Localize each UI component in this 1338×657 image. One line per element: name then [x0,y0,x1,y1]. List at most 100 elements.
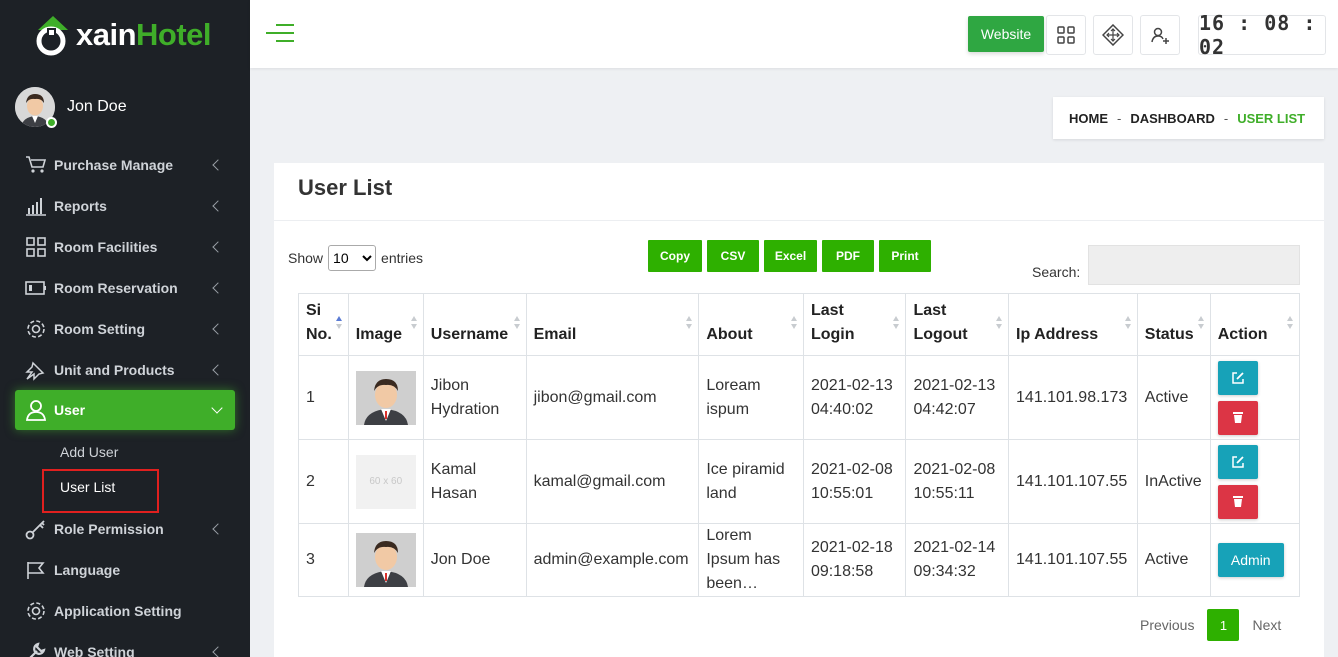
breadcrumb-separator: - [1223,110,1229,126]
fullscreen-icon[interactable] [1093,15,1133,55]
trash-icon [1232,496,1243,507]
admin-button[interactable]: Admin [1217,543,1284,577]
bar-chart-icon [25,195,47,217]
pagination-next[interactable]: Next [1252,617,1281,633]
column-header-status[interactable]: Status [1136,293,1211,356]
column-header-ip-address[interactable]: Ip Address [1008,293,1138,356]
sidebar-item-room-setting[interactable]: Room Setting [0,308,250,349]
cell-about: Ice piramid land [698,439,804,524]
delete-button[interactable] [1217,400,1258,435]
cell-last-login: 2021-02-08 10:55:01 [802,439,907,524]
cell-last-logout: 2021-02-13 04:42:07 [905,355,1010,440]
cell-si-no: 2 [298,439,349,524]
flag-icon [25,559,47,581]
sidebar: xain Hotel Jon Doe Purchase Manage Report… [0,0,250,657]
breadcrumb: HOME - DASHBOARD - USER LIST [1053,97,1324,139]
entries-label: entries [381,250,424,266]
sidebar-item-role-permission[interactable]: Role Permission [0,508,250,549]
breadcrumb-dashboard[interactable]: DASHBOARD [1130,111,1215,126]
sidebar-menu-lower: Role Permission Language Application Set… [0,508,250,657]
cell-email: jibon@gmail.com [525,355,700,440]
pagination-previous[interactable]: Previous [1140,617,1194,633]
sidebar-item-language[interactable]: Language [0,549,250,590]
cell-si-no: 3 [298,523,349,597]
apps-grid-icon[interactable] [1046,15,1086,55]
sort-icon [996,316,1003,330]
sidebar-item-label: Reports [54,197,107,214]
app-logo[interactable]: xain Hotel [0,0,250,70]
grid-icon [25,236,47,258]
cell-username: Jon Doe [422,523,527,597]
column-header-last-login[interactable]: Last Login [802,293,907,356]
sidebar-item-reports[interactable]: Reports [0,185,250,226]
edit-icon [1232,455,1244,468]
sidebar-item-unit-and-products[interactable]: Unit and Products [0,349,250,390]
breadcrumb-home[interactable]: HOME [1069,111,1108,126]
cell-about: Lorem Ipsum has been… [698,523,804,597]
sidebar-item-application-setting[interactable]: Application Setting [0,590,250,631]
battery-icon [25,277,47,299]
table-row: 1 Jibon Hydration jibon@gmail.com Loream… [298,355,1301,440]
sidebar-item-label: Unit and Products [54,361,175,378]
sort-icon [1197,316,1205,330]
chevron-left-icon [212,199,224,212]
sidebar-item-label: Room Facilities [54,238,158,255]
sidebar-item-room-facilities[interactable]: Room Facilities [0,226,250,267]
chevron-left-icon [212,281,224,294]
column-header-username[interactable]: Username [422,293,527,356]
key-icon [25,518,47,540]
menu-toggle-icon[interactable] [266,24,296,46]
sidebar-item-label: Purchase Manage [54,156,174,173]
website-button[interactable]: Website [968,16,1044,52]
pagination-page-1[interactable]: 1 [1207,609,1240,641]
search-input[interactable] [1088,245,1301,285]
add-user-icon[interactable] [1140,15,1180,55]
sidebar-user[interactable]: Jon Doe [0,70,250,144]
column-header-email[interactable]: Email [525,293,700,356]
column-header-last-logout[interactable]: Last Logout [905,293,1010,356]
sidebar-item-web-setting[interactable]: Web Setting [0,631,250,657]
chevron-left-icon [212,645,224,657]
sidebar-item-label: Web Setting [54,643,135,657]
cell-ip-address: 141.101.107.55 [1008,439,1138,524]
chevron-down-icon [211,402,223,414]
page-length-select[interactable]: 10 25 50 100 [328,245,377,271]
chevron-left-icon [212,240,224,253]
export-buttons: Copy CSV Excel PDF Print [648,240,936,272]
sidebar-item-user[interactable]: User [15,390,235,430]
sidebar-item-purchase-manage[interactable]: Purchase Manage [0,144,250,185]
sidebar-item-label: Application Setting [54,602,182,619]
cell-status: InActive [1136,439,1211,524]
delete-button[interactable] [1217,484,1258,519]
cell-action [1209,355,1301,440]
submenu-item-user-list[interactable]: User List [0,469,250,513]
cell-si-no: 1 [298,355,349,440]
topbar: Website 16 : 08 : 02 [250,0,1338,68]
edit-button[interactable] [1217,444,1258,479]
column-header-image[interactable]: Image [347,293,424,356]
submenu-item-add-user[interactable]: Add User [0,434,250,469]
logo-text-secondary: Hotel [136,17,212,52]
column-header-action[interactable]: Action [1209,293,1301,356]
breadcrumb-separator: - [1117,110,1122,126]
house-logo-icon [32,14,74,56]
trash-icon [1232,412,1243,423]
edit-button[interactable] [1217,360,1258,395]
table-row: 2 60 x 60 Kamal Hasan kamal@gmail.com Ic… [298,439,1301,524]
edit-icon [1232,371,1244,384]
print-button[interactable]: Print [879,240,931,272]
cell-last-login: 2021-02-18 09:18:58 [802,523,907,597]
sidebar-item-room-reservation[interactable]: Room Reservation [0,267,250,308]
excel-button[interactable]: Excel [764,240,817,272]
column-header-si-no[interactable]: Si No. [298,293,349,356]
csv-button[interactable]: CSV [707,240,759,272]
cell-last-logout: 2021-02-14 09:34:32 [905,523,1010,597]
sort-icon [686,316,693,330]
sort-icon [790,316,798,330]
user-avatar-image [355,370,416,425]
copy-button[interactable]: Copy [648,240,702,272]
cell-image: 60 x 60 [347,439,424,524]
column-header-about[interactable]: About [698,293,804,356]
digital-clock: 16 : 08 : 02 [1198,11,1326,59]
pdf-button[interactable]: PDF [822,240,874,272]
